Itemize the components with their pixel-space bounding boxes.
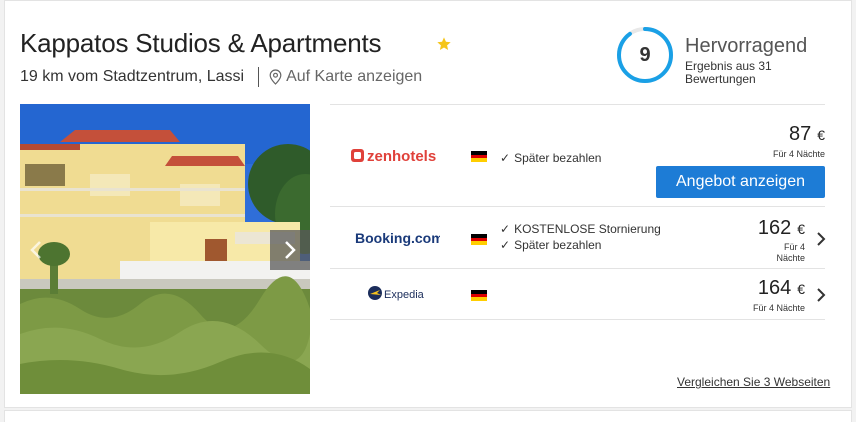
map-pin-icon: [269, 69, 282, 85]
offer-row[interactable]: Expedia 164 € Für 4 Nächte: [330, 268, 826, 320]
hotel-location: 19 km vom Stadtzentrum, Lassi Auf Karte …: [20, 67, 422, 87]
divider: [258, 67, 260, 87]
booking-logo: Booking.com: [350, 229, 444, 252]
show-offer-button[interactable]: Angebot anzeigen: [656, 166, 825, 198]
offer-nights: Für 4 Nächte: [752, 303, 805, 313]
offer-price: 162 €: [757, 217, 805, 239]
rating-review-count: Ergebnis aus 31 Bewertungen: [685, 59, 772, 86]
offer-row[interactable]: zenhotels ✓ Später bezahlen 87 € Für 4 Näc…: [330, 104, 825, 206]
offers-list: zenhotels ✓ Später bezahlen 87 € Für 4 Näc…: [330, 104, 826, 320]
show-on-map-link[interactable]: Auf Karte anzeigen: [269, 68, 422, 86]
distance-text: 19 km vom Stadtzentrum, Lassi: [20, 68, 245, 85]
provider-name: Booking.com: [355, 230, 440, 246]
offer-price: 164 €: [757, 277, 805, 299]
hotel-photo[interactable]: [20, 104, 310, 394]
photo-prev-button[interactable]: [24, 230, 48, 270]
offer-features: ✓ KOSTENLOSE Stornierung ✓ Später bezahlen: [500, 221, 661, 253]
chevron-right-icon: [285, 241, 296, 259]
chevron-right-icon[interactable]: [816, 231, 826, 247]
german-flag-icon: [471, 234, 487, 245]
offer-nights: Für 4 Nächte: [772, 149, 825, 159]
photo-next-button[interactable]: [270, 230, 310, 270]
map-link-label: Auf Karte anzeigen: [286, 68, 423, 85]
chevron-right-icon[interactable]: [816, 287, 826, 303]
rating-score: 9: [639, 43, 651, 66]
offer-feature: ✓ KOSTENLOSE Stornierung: [500, 222, 661, 236]
checkmark-icon: ✓: [500, 151, 511, 165]
chevron-left-icon: [30, 241, 41, 259]
german-flag-icon: [471, 290, 487, 301]
offer-row[interactable]: Booking.com ✓ KOSTENLOSE Stornierung ✓ Spä…: [330, 206, 826, 268]
hotel-name[interactable]: Kappatos Studios & Apartments: [20, 28, 382, 59]
checkmark-icon: ✓: [500, 222, 511, 236]
rating-label: Hervorragend: [685, 35, 808, 57]
next-hotel-card: [4, 410, 852, 422]
compare-sites-link[interactable]: Vergleichen Sie 3 Webseiten: [677, 375, 830, 389]
offer-feature: ✓ Später bezahlen: [500, 238, 602, 252]
provider-name: zenhotels: [367, 148, 436, 165]
expedia-logo: Expedia: [368, 285, 432, 308]
zenhotels-logo: zenhotels: [350, 147, 442, 170]
offer-feature: ✓ Später bezahlen: [500, 151, 602, 165]
offer-nights: Für 4 Nächte: [776, 242, 805, 263]
provider-name: Expedia: [384, 289, 425, 301]
checkmark-icon: ✓: [500, 238, 511, 252]
offer-price: 87 €: [788, 123, 825, 145]
german-flag-icon: [471, 151, 487, 162]
star-icon: [437, 37, 451, 50]
